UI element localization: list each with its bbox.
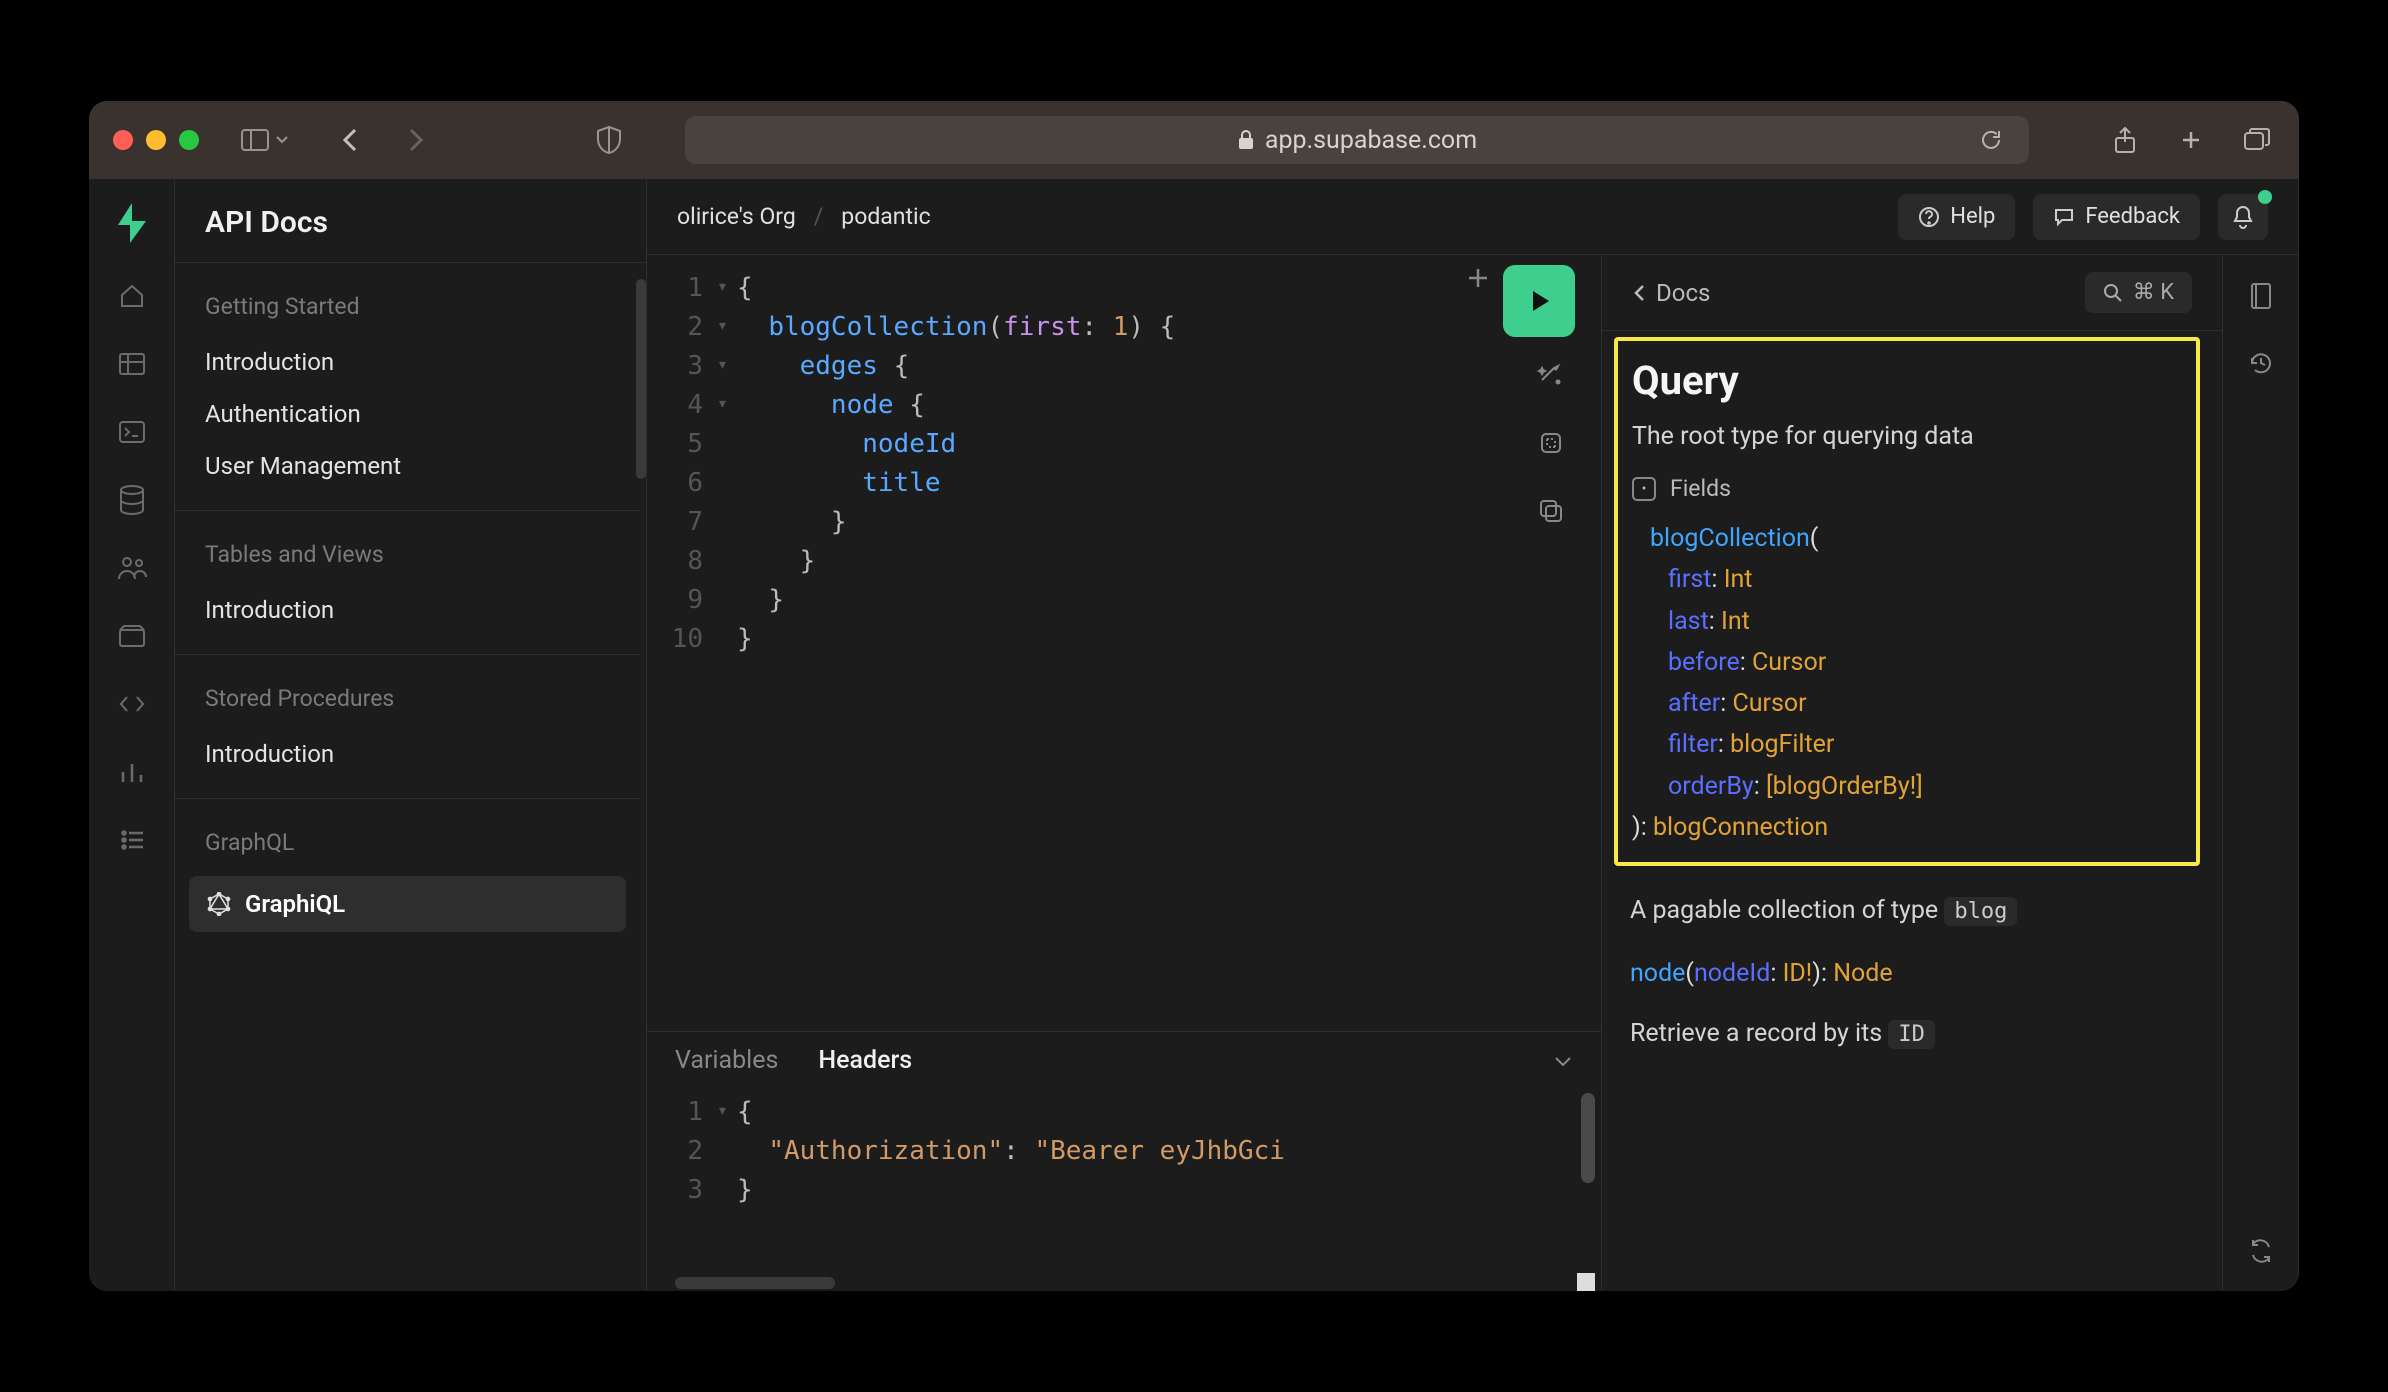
database-icon[interactable] <box>117 485 147 515</box>
headers-editor[interactable]: 1▾{2 "Authorization": "Bearer eyJhbGci3} <box>647 1089 1601 1291</box>
vertical-scrollbar[interactable] <box>1581 1093 1595 1183</box>
reports-icon[interactable] <box>117 757 147 787</box>
notifications-button[interactable] <box>2218 194 2268 240</box>
tab-headers[interactable]: Headers <box>818 1046 912 1075</box>
sql-icon[interactable] <box>117 417 147 447</box>
nav-back-button[interactable] <box>333 122 369 158</box>
variables-headers-pane: Variables Headers 1▾{2 "Authorization": … <box>647 1031 1601 1291</box>
auth-icon[interactable] <box>117 553 147 583</box>
nav-forward-button[interactable] <box>397 122 433 158</box>
minimize-window-icon[interactable] <box>146 130 166 150</box>
graphql-icon <box>207 892 231 916</box>
graphql-query-editor[interactable]: 1▾{2▾ blogCollection(first: 1) {3▾ edges… <box>647 255 1601 1031</box>
play-icon <box>1525 287 1553 315</box>
breadcrumb-project[interactable]: podantic <box>841 203 930 230</box>
feedback-button[interactable]: Feedback <box>2033 194 2200 240</box>
url-text: app.supabase.com <box>1265 126 1477 155</box>
docs-icon[interactable] <box>2248 281 2274 311</box>
prettify-icon[interactable] <box>1531 355 1571 395</box>
graphiql-tool-rail <box>2222 255 2298 1291</box>
sidebar-item-user-management[interactable]: User Management <box>175 440 640 492</box>
sidebar-item-introduction[interactable]: Introduction <box>175 336 640 388</box>
sidebar-toggle-button[interactable] <box>241 129 289 151</box>
browser-titlebar: app.supabase.com <box>89 101 2299 179</box>
new-tab-button[interactable] <box>2173 122 2209 158</box>
docs-sidebar: API Docs Getting Started Introduction Au… <box>175 179 647 1291</box>
bell-icon <box>2232 205 2254 229</box>
section-heading-tables-views: Tables and Views <box>175 511 640 584</box>
chevron-left-icon <box>1632 283 1646 303</box>
search-icon <box>2103 283 2123 303</box>
sidebar-scrollbar[interactable] <box>636 279 646 479</box>
docs-back-button[interactable]: Docs <box>1632 279 1710 307</box>
fields-icon: • <box>1632 477 1656 501</box>
sidebar-item-tables-introduction[interactable]: Introduction <box>175 584 640 636</box>
chat-icon <box>2053 206 2075 228</box>
field-signature-blogcollection[interactable]: blogCollection( first: Int last: Int bef… <box>1632 518 2182 848</box>
storage-icon[interactable] <box>117 621 147 651</box>
help-button[interactable]: Help <box>1898 194 2015 240</box>
url-bar[interactable]: app.supabase.com <box>685 116 2029 164</box>
help-label: Help <box>1950 204 1995 229</box>
docs-type-title: Query <box>1632 357 2182 404</box>
chevron-down-icon[interactable] <box>1553 1054 1573 1068</box>
page-title: API Docs <box>175 179 646 263</box>
notification-badge <box>2258 190 2272 204</box>
horizontal-scrollbar[interactable] <box>675 1277 835 1289</box>
chevron-down-icon <box>275 133 289 147</box>
shield-icon[interactable] <box>591 122 627 158</box>
docs-back-label: Docs <box>1656 279 1710 307</box>
node-description: Retrieve a record by its ID <box>1630 1013 2192 1054</box>
add-icon[interactable] <box>1465 265 1491 291</box>
tabs-overview-button[interactable] <box>2239 122 2275 158</box>
window-traffic-lights <box>113 130 199 150</box>
home-icon[interactable] <box>117 281 147 311</box>
sidebar-item-authentication[interactable]: Authentication <box>175 388 640 440</box>
logs-icon[interactable] <box>117 825 147 855</box>
breadcrumb: olirice's Org / podantic Help Feedback <box>647 179 2298 255</box>
close-window-icon[interactable] <box>113 130 133 150</box>
docs-type-description: The root type for querying data <box>1632 422 2182 451</box>
feedback-label: Feedback <box>2085 204 2180 229</box>
breadcrumb-org[interactable]: olirice's Org <box>677 203 796 230</box>
field-signature-node[interactable]: node(nodeId: ID!): Node <box>1630 953 2192 994</box>
sidebar-item-procedures-introduction[interactable]: Introduction <box>175 728 640 780</box>
help-icon <box>1918 206 1940 228</box>
refresh-schema-icon[interactable] <box>2247 1237 2275 1265</box>
sidebar-item-label: GraphiQL <box>245 890 345 918</box>
supabase-logo-icon[interactable] <box>114 203 150 243</box>
run-query-button[interactable] <box>1503 265 1575 337</box>
tab-variables[interactable]: Variables <box>675 1046 778 1075</box>
docs-search-button[interactable]: ⌘ K <box>2085 272 2192 313</box>
section-heading-graphql: GraphQL <box>175 799 640 872</box>
maximize-window-icon[interactable] <box>179 130 199 150</box>
edge-functions-icon[interactable] <box>117 689 147 719</box>
history-icon[interactable] <box>2247 349 2275 377</box>
merge-icon[interactable] <box>1531 423 1571 463</box>
copy-icon[interactable] <box>1531 491 1571 531</box>
field-description: A pagable collection of type blog <box>1630 890 2192 931</box>
app-icon-rail <box>89 179 175 1291</box>
docs-highlight-region: Query The root type for querying data • … <box>1614 337 2200 866</box>
search-shortcut: ⌘ K <box>2133 280 2174 305</box>
breadcrumb-separator: / <box>814 203 824 230</box>
fields-label: Fields <box>1670 475 1731 502</box>
sidebar-item-graphiql[interactable]: GraphiQL <box>189 876 626 932</box>
lock-icon <box>1237 129 1255 151</box>
section-heading-stored-procedures: Stored Procedures <box>175 655 640 728</box>
graphql-docs-panel: Docs ⌘ K Query The root type for queryin… <box>1602 255 2222 1291</box>
scrollbar-corner <box>1577 1273 1595 1291</box>
share-button[interactable] <box>2107 122 2143 158</box>
table-icon[interactable] <box>117 349 147 379</box>
reload-button[interactable] <box>1973 122 2009 158</box>
section-heading-getting-started: Getting Started <box>175 263 640 336</box>
